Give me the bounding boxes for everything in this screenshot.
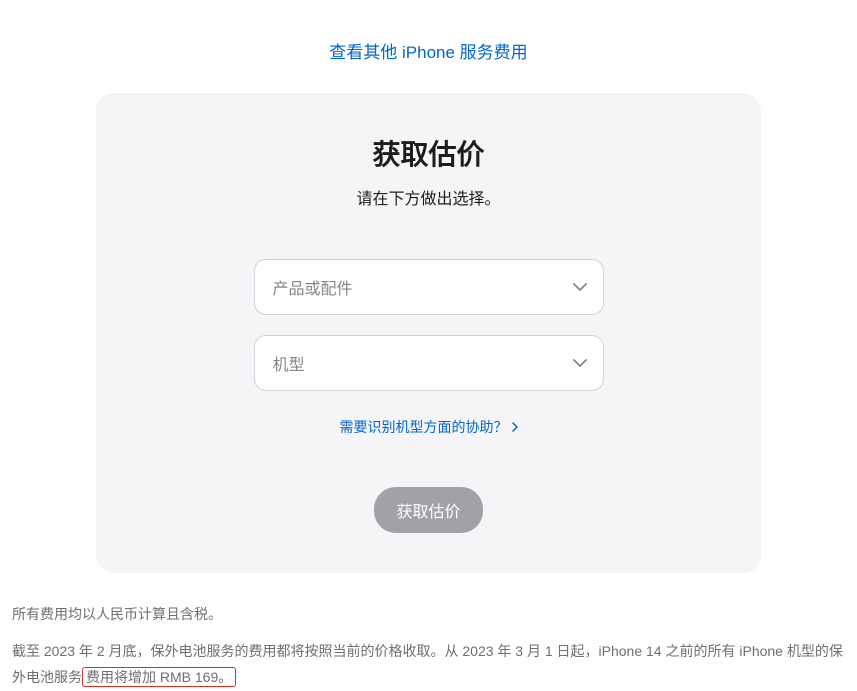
footer-text: 所有费用均以人民币计算且含税。 截至 2023 年 2 月底，保外电池服务的费用… — [0, 573, 857, 691]
chevron-down-icon — [573, 278, 587, 296]
get-estimate-button[interactable]: 获取估价 — [374, 487, 482, 533]
submit-wrapper: 获取估价 — [136, 487, 721, 533]
product-select-placeholder: 产品或配件 — [273, 275, 353, 299]
top-link-container: 查看其他 iPhone 服务费用 — [0, 0, 857, 93]
estimate-card: 获取估价 请在下方做出选择。 产品或配件 机型 需要识别机型方面的协助？ — [96, 93, 761, 573]
identify-model-help-link[interactable]: 需要识别机型方面的协助？ — [340, 417, 518, 437]
model-select-placeholder: 机型 — [273, 351, 305, 375]
chevron-right-icon — [512, 419, 518, 435]
chevron-down-icon — [573, 354, 587, 372]
footer-line-2: 截至 2023 年 2 月底，保外电池服务的费用都将按照当前的价格收取。从 20… — [12, 638, 845, 691]
model-select-wrapper: 机型 — [254, 335, 604, 391]
view-other-services-link[interactable]: 查看其他 iPhone 服务费用 — [329, 43, 527, 62]
card-subtitle: 请在下方做出选择。 — [136, 185, 721, 209]
footer-line-1: 所有费用均以人民币计算且含税。 — [12, 601, 845, 628]
help-link-label: 需要识别机型方面的协助？ — [340, 417, 508, 437]
product-select[interactable]: 产品或配件 — [254, 259, 604, 315]
card-title: 获取估价 — [136, 133, 721, 173]
product-select-wrapper: 产品或配件 — [254, 259, 604, 315]
model-select[interactable]: 机型 — [254, 335, 604, 391]
price-increase-highlight: 费用将增加 RMB 169。 — [82, 667, 236, 687]
